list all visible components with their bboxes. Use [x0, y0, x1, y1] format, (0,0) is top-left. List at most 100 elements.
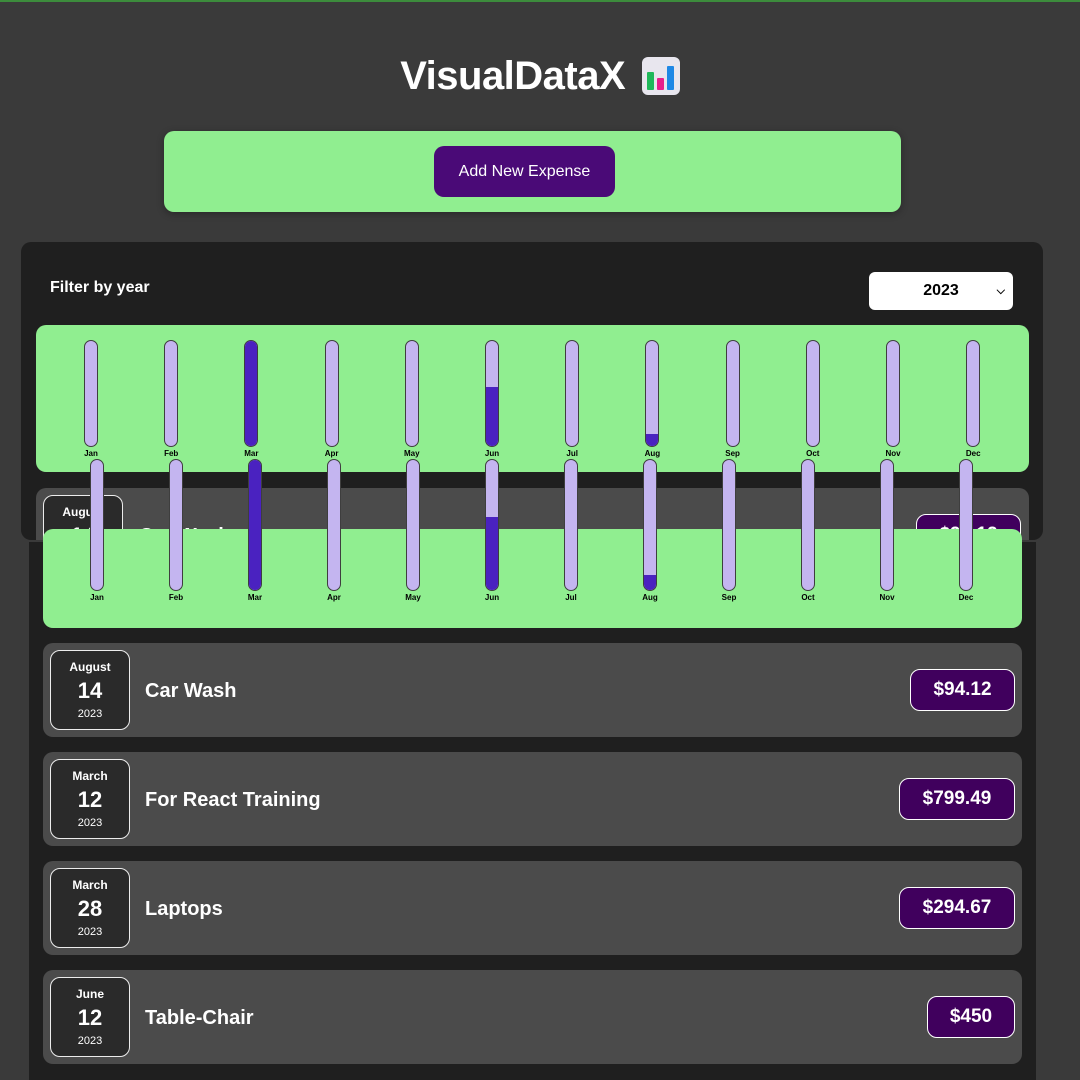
chart-bar-sep: Sep	[709, 459, 749, 628]
chart-bar-track	[886, 340, 900, 447]
chart-bar-dec: Dec	[953, 325, 993, 472]
chart-bar-feb: Feb	[156, 459, 196, 628]
chart-bar-track	[90, 459, 104, 591]
expense-item: August 14 2023 Car Wash $94.12	[43, 643, 1022, 737]
chart-bar-track	[324, 340, 339, 447]
chart-bar-jan: Jan	[77, 459, 117, 628]
chart-bar-fill	[646, 433, 659, 446]
chart-bar-dec: Dec	[946, 459, 986, 628]
expense-date: March 12 2023	[50, 759, 130, 839]
chart-bar-track	[84, 340, 98, 447]
chart-bar-label: Feb	[168, 593, 184, 602]
chart-bar-track	[485, 340, 499, 447]
expense-title: Table-Chair	[145, 1007, 254, 1029]
chart-bar-nov: Nov	[867, 459, 907, 628]
chart-bar-label: Aug	[644, 449, 661, 458]
chart-bar-sep: Sep	[713, 325, 753, 472]
expense-year: 2023	[77, 1035, 103, 1047]
chart-bar-label: Feb	[164, 449, 179, 458]
chart-bar-label: Jul	[566, 449, 578, 458]
chart-bar-track	[564, 459, 578, 591]
expense-amount: $294.67	[899, 887, 1015, 929]
chart-bar-oct: Oct	[788, 459, 828, 628]
chart-bar-oct: Oct	[793, 325, 833, 472]
chart-bar-apr: Apr	[312, 325, 352, 472]
chart-bar-mar: Mar	[231, 325, 271, 472]
expense-item: March 12 2023 For React Training $799.49	[43, 752, 1022, 846]
expense-date: June 12 2023	[50, 977, 130, 1057]
chart-bar-mar: Mar	[235, 459, 275, 628]
chart-bar-label: Nov	[885, 449, 901, 458]
chart-bar-label: Aug	[642, 593, 658, 602]
chart-bar-label: Apr	[327, 593, 341, 602]
chart-bar-label: Oct	[806, 449, 820, 458]
chart-bar-track	[722, 459, 736, 591]
chart-bar-nov: Nov	[873, 325, 913, 472]
expense-title: For React Training	[145, 789, 321, 811]
bar-chart-icon	[641, 57, 680, 95]
chart-bar-label: May	[405, 593, 421, 602]
chart-bar-aug: Aug	[630, 459, 670, 628]
chart-bar-may: May	[392, 325, 432, 472]
add-new-expense-button[interactable]: Add New Expense	[434, 146, 615, 197]
expense-amount: $799.49	[899, 778, 1015, 820]
chart-bar-label: Oct	[801, 593, 815, 602]
chart-bar-track	[959, 459, 973, 591]
chart-bar-jun: Jun	[472, 325, 512, 472]
chart-bar-label: Sep	[725, 449, 740, 458]
chart-bar-track	[406, 459, 420, 591]
year-select-value: 2023	[923, 282, 959, 299]
chart-bar-track	[169, 459, 183, 591]
chart-bar-fill	[486, 386, 498, 446]
expense-month: June	[75, 987, 104, 1001]
expense-amount: $450	[927, 996, 1015, 1038]
expense-year: 2023	[77, 926, 103, 938]
chart-bar-feb: Feb	[151, 325, 191, 472]
expense-day: 14	[77, 678, 103, 703]
chevron-down-icon: ⌵	[996, 285, 1005, 297]
chart-bar-track	[725, 340, 740, 447]
chart-bar-jan: Jan	[71, 325, 111, 472]
chart-bar-aug: Aug	[632, 325, 672, 472]
year-select[interactable]: 2023 ⌵	[869, 272, 1013, 310]
chart-bar-track	[801, 459, 815, 591]
chart-bar-track	[966, 340, 981, 447]
chart-bar-track	[248, 459, 262, 591]
expense-year: 2023	[77, 817, 103, 829]
expense-month: August	[69, 660, 111, 674]
expense-title: Car Wash	[145, 680, 237, 702]
chart-bar-label: Jan	[90, 593, 104, 602]
filter-label: Filter by year	[50, 279, 150, 296]
expense-amount: $94.12	[910, 669, 1015, 711]
chart-bar-label: Dec	[958, 593, 974, 602]
chart-bar-track	[880, 459, 894, 591]
chart-bar-fill	[249, 460, 261, 590]
chart-bar-track	[164, 340, 179, 447]
expenses-chart: Jan Feb Mar Apr May Jun Jul Aug Sep Oct Nov Dec	[43, 459, 1022, 628]
chart-bar-label: Mar	[247, 593, 263, 602]
chart-bar-label: Apr	[324, 449, 339, 458]
chart-bar-label: Sep	[721, 593, 737, 602]
new-expense-panel: Add New Expense	[164, 131, 901, 212]
chart-bar-label: Nov	[879, 593, 895, 602]
expense-year: 2023	[77, 708, 103, 720]
chart-bar-track	[565, 340, 580, 447]
chart-bar-label: Jun	[484, 449, 500, 458]
chart-bar-track	[645, 340, 660, 447]
expense-title: Laptops	[145, 898, 223, 920]
expense-date: August 14 2023	[50, 650, 130, 730]
chart-bar-fill	[644, 574, 656, 590]
chart-bar-jul: Jul	[551, 459, 591, 628]
chart-bar-label: May	[404, 449, 420, 458]
chart-bar-track	[643, 459, 657, 591]
chart-bar-track	[485, 459, 499, 591]
app-title: VisualDataX	[0, 54, 1080, 99]
chart-bar-may: May	[393, 459, 433, 628]
chart-bar-label: Jan	[84, 449, 98, 458]
chart-bar-track	[327, 459, 341, 591]
chart-bar-track	[244, 340, 259, 447]
expense-day: 12	[77, 1005, 103, 1030]
expenses-chart: Jan Feb Mar Apr May Jun Jul Aug Sep Oct Nov Dec	[36, 325, 1029, 472]
expense-month: March	[72, 878, 108, 892]
expense-month: March	[72, 769, 108, 783]
